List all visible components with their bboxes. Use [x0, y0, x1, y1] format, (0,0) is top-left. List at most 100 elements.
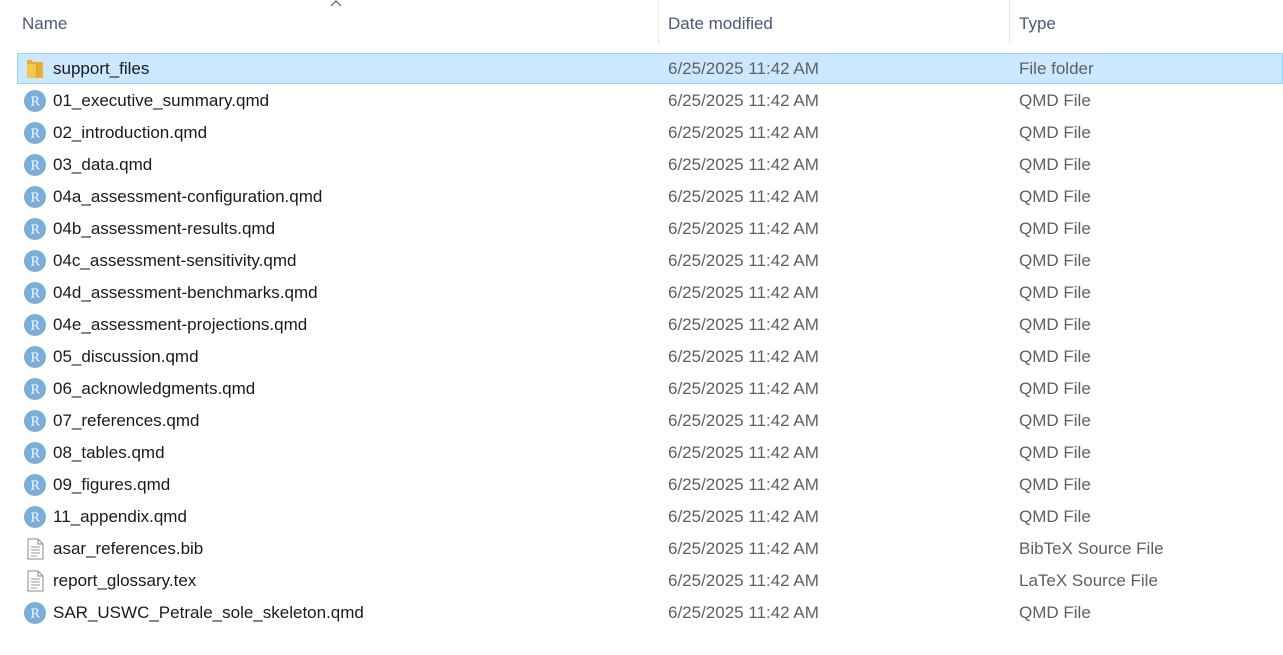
folder-icon	[27, 60, 43, 78]
file-type: QMD File	[1019, 507, 1091, 526]
file-name[interactable]: 09_figures.qmd	[53, 469, 170, 501]
svg-text:R: R	[30, 447, 40, 461]
r-file-icon: R	[24, 218, 46, 240]
r-file-icon: R	[24, 314, 46, 336]
file-date-modified: 6/25/2025 11:42 AM	[668, 59, 819, 78]
file-name[interactable]: 02_introduction.qmd	[53, 117, 207, 149]
svg-text:R: R	[30, 287, 40, 301]
file-row[interactable]: R 04e_assessment-projections.qmd 6/25/2025…	[0, 309, 1283, 341]
file-row[interactable]: R 04a_assessment-configuration.qmd 6/25/20…	[0, 181, 1283, 213]
svg-text:R: R	[30, 383, 40, 397]
file-row[interactable]: R SAR_USWC_Petrale_sole_skeleton.qmd 6/25/…	[0, 597, 1283, 629]
svg-text:R: R	[30, 255, 40, 269]
file-type: QMD File	[1019, 603, 1091, 622]
file-type: QMD File	[1019, 123, 1091, 142]
svg-text:R: R	[30, 159, 40, 173]
r-file-icon: R	[24, 90, 46, 112]
file-explorer-details-view: Name Date modified Type support_files 6/2…	[0, 0, 1283, 655]
file-name[interactable]: 04d_assessment-benchmarks.qmd	[53, 277, 318, 309]
svg-text:R: R	[30, 479, 40, 493]
r-file-icon: R	[24, 250, 46, 272]
r-file-icon: R	[24, 474, 46, 496]
file-name[interactable]: 08_tables.qmd	[53, 437, 165, 469]
file-row[interactable]: R 04d_assessment-benchmarks.qmd 6/25/2025 …	[0, 277, 1283, 309]
svg-text:R: R	[30, 607, 40, 621]
file-date-modified: 6/25/2025 11:42 AM	[668, 155, 819, 174]
svg-text:R: R	[30, 511, 40, 525]
file-type: QMD File	[1019, 475, 1091, 494]
file-name[interactable]: 06_acknowledgments.qmd	[53, 373, 255, 405]
column-divider[interactable]	[1009, 0, 1010, 44]
file-row[interactable]: R 09_figures.qmd 6/25/2025 11:42 AM QMD Fil…	[0, 469, 1283, 501]
file-date-modified: 6/25/2025 11:42 AM	[668, 315, 819, 334]
file-type: LaTeX Source File	[1019, 571, 1158, 590]
column-header-bar: Name Date modified Type	[0, 0, 1283, 46]
file-date-modified: 6/25/2025 11:42 AM	[668, 411, 819, 430]
r-file-icon: R	[24, 602, 46, 624]
file-name[interactable]: 01_executive_summary.qmd	[53, 85, 269, 117]
file-name[interactable]: 04b_assessment-results.qmd	[53, 213, 275, 245]
file-name[interactable]: 05_discussion.qmd	[53, 341, 199, 373]
file-name[interactable]: 04e_assessment-projections.qmd	[53, 309, 307, 341]
column-header-type[interactable]: Type	[1015, 0, 1283, 46]
file-name[interactable]: 03_data.qmd	[53, 149, 152, 181]
file-type: QMD File	[1019, 443, 1091, 462]
r-file-icon: R	[24, 506, 46, 528]
svg-text:R: R	[30, 319, 40, 333]
file-list: support_files 6/25/2025 11:42 AM File fold…	[0, 53, 1283, 629]
r-file-icon: R	[24, 122, 46, 144]
r-file-icon: R	[24, 154, 46, 176]
svg-text:R: R	[30, 415, 40, 429]
file-row[interactable]: R 05_discussion.qmd 6/25/2025 11:42 AM QMD …	[0, 341, 1283, 373]
column-header-name[interactable]: Name	[18, 0, 658, 46]
file-name[interactable]: 07_references.qmd	[53, 405, 199, 437]
file-name[interactable]: 04a_assessment-configuration.qmd	[53, 181, 322, 213]
file-date-modified: 6/25/2025 11:42 AM	[668, 571, 819, 590]
file-type: QMD File	[1019, 155, 1091, 174]
file-row[interactable]: R 04c_assessment-sensitivity.qmd 6/25/2025…	[0, 245, 1283, 277]
file-name[interactable]: SAR_USWC_Petrale_sole_skeleton.qmd	[53, 597, 364, 629]
file-date-modified: 6/25/2025 11:42 AM	[668, 443, 819, 462]
file-row[interactable]: R 11_appendix.qmd 6/25/2025 11:42 AM QMD Fi…	[0, 501, 1283, 533]
file-type: QMD File	[1019, 283, 1091, 302]
file-name[interactable]: asar_references.bib	[53, 533, 203, 565]
column-divider[interactable]	[658, 0, 659, 44]
file-name[interactable]: 11_appendix.qmd	[53, 501, 187, 533]
file-name[interactable]: report_glossary.tex	[53, 565, 196, 597]
svg-text:R: R	[30, 223, 40, 237]
r-file-icon: R	[24, 378, 46, 400]
file-row[interactable]: R 06_acknowledgments.qmd 6/25/2025 11:42 A…	[0, 373, 1283, 405]
file-row[interactable]: support_files 6/25/2025 11:42 AM File fold…	[0, 53, 1283, 85]
file-date-modified: 6/25/2025 11:42 AM	[668, 379, 819, 398]
file-date-modified: 6/25/2025 11:42 AM	[668, 603, 819, 622]
file-date-modified: 6/25/2025 11:42 AM	[668, 507, 819, 526]
file-row[interactable]: R 08_tables.qmd 6/25/2025 11:42 AM QMD File	[0, 437, 1283, 469]
file-name[interactable]: support_files	[53, 53, 149, 85]
file-row[interactable]: R 07_references.qmd 6/25/2025 11:42 AM QMD …	[0, 405, 1283, 437]
file-row[interactable]: report_glossary.tex 6/25/2025 11:42 AM LaT…	[0, 565, 1283, 597]
file-date-modified: 6/25/2025 11:42 AM	[668, 187, 819, 206]
file-type: QMD File	[1019, 315, 1091, 334]
file-row[interactable]: asar_references.bib 6/25/2025 11:42 AM Bib…	[0, 533, 1283, 565]
file-type: QMD File	[1019, 251, 1091, 270]
file-date-modified: 6/25/2025 11:42 AM	[668, 219, 819, 238]
file-name[interactable]: 04c_assessment-sensitivity.qmd	[53, 245, 296, 277]
file-type: QMD File	[1019, 91, 1091, 110]
file-row[interactable]: R 01_executive_summary.qmd 6/25/2025 11:42…	[0, 85, 1283, 117]
svg-text:R: R	[30, 191, 40, 205]
column-header-date-modified[interactable]: Date modified	[664, 0, 1009, 46]
file-type: QMD File	[1019, 187, 1091, 206]
r-file-icon: R	[24, 410, 46, 432]
file-row[interactable]: R 04b_assessment-results.qmd 6/25/2025 11:…	[0, 213, 1283, 245]
file-date-modified: 6/25/2025 11:42 AM	[668, 123, 819, 142]
file-date-modified: 6/25/2025 11:42 AM	[668, 475, 819, 494]
r-file-icon: R	[24, 186, 46, 208]
file-type: QMD File	[1019, 347, 1091, 366]
file-type: QMD File	[1019, 379, 1091, 398]
file-row[interactable]: R 03_data.qmd 6/25/2025 11:42 AM QMD File	[0, 149, 1283, 181]
text-file-icon	[27, 538, 44, 560]
file-type: QMD File	[1019, 411, 1091, 430]
svg-text:R: R	[30, 95, 40, 109]
file-row[interactable]: R 02_introduction.qmd 6/25/2025 11:42 AM QM…	[0, 117, 1283, 149]
file-type: QMD File	[1019, 219, 1091, 238]
